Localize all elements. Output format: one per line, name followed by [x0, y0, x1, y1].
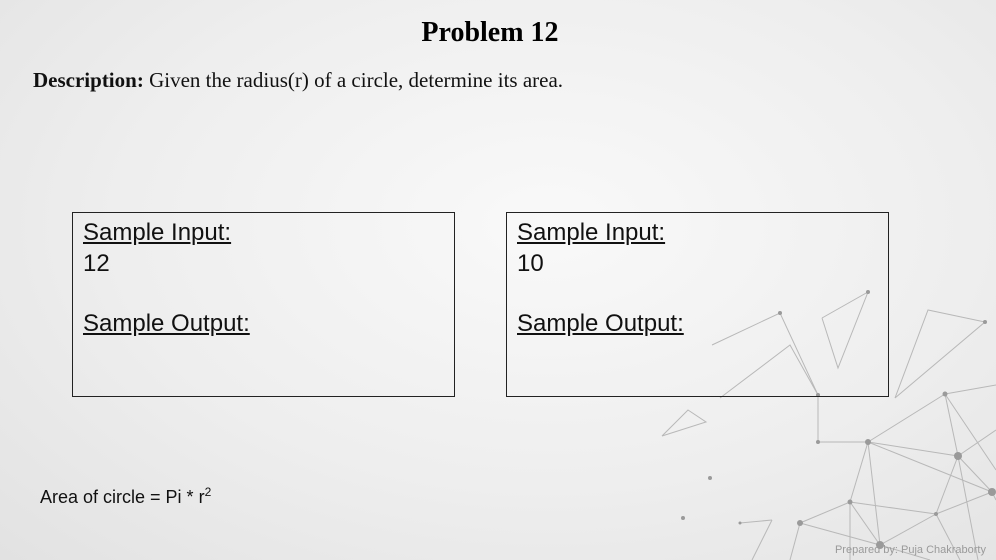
sample-input-label: Sample Input:: [83, 219, 232, 246]
sample-box-1: Sample Input: 12 Sample Output:: [72, 212, 455, 397]
sample-input-value: 10: [517, 250, 544, 277]
formula-text: Area of circle = Pi * r: [40, 487, 205, 507]
description-label: Description:: [33, 68, 144, 92]
slide: Problem 12 Description: Given the radius…: [0, 0, 996, 560]
area-formula: Area of circle = Pi * r2: [40, 485, 211, 508]
description-text: Given the radius(r) of a circle, determi…: [149, 68, 564, 92]
sample-input-value: 12: [83, 250, 110, 277]
sample-output-label: Sample Output:: [517, 310, 684, 337]
sample-output-label: Sample Output:: [83, 310, 250, 337]
formula-exponent: 2: [204, 485, 212, 499]
problem-description: Description: Given the radius(r) of a ci…: [33, 68, 563, 93]
slide-title: Problem 12: [421, 17, 559, 48]
sample-box-2: Sample Input: 10 Sample Output:: [506, 212, 889, 397]
sample-input-label: Sample Input:: [517, 219, 666, 246]
footer-credit: Prepared by: Puja Chakraborty: [834, 544, 986, 556]
